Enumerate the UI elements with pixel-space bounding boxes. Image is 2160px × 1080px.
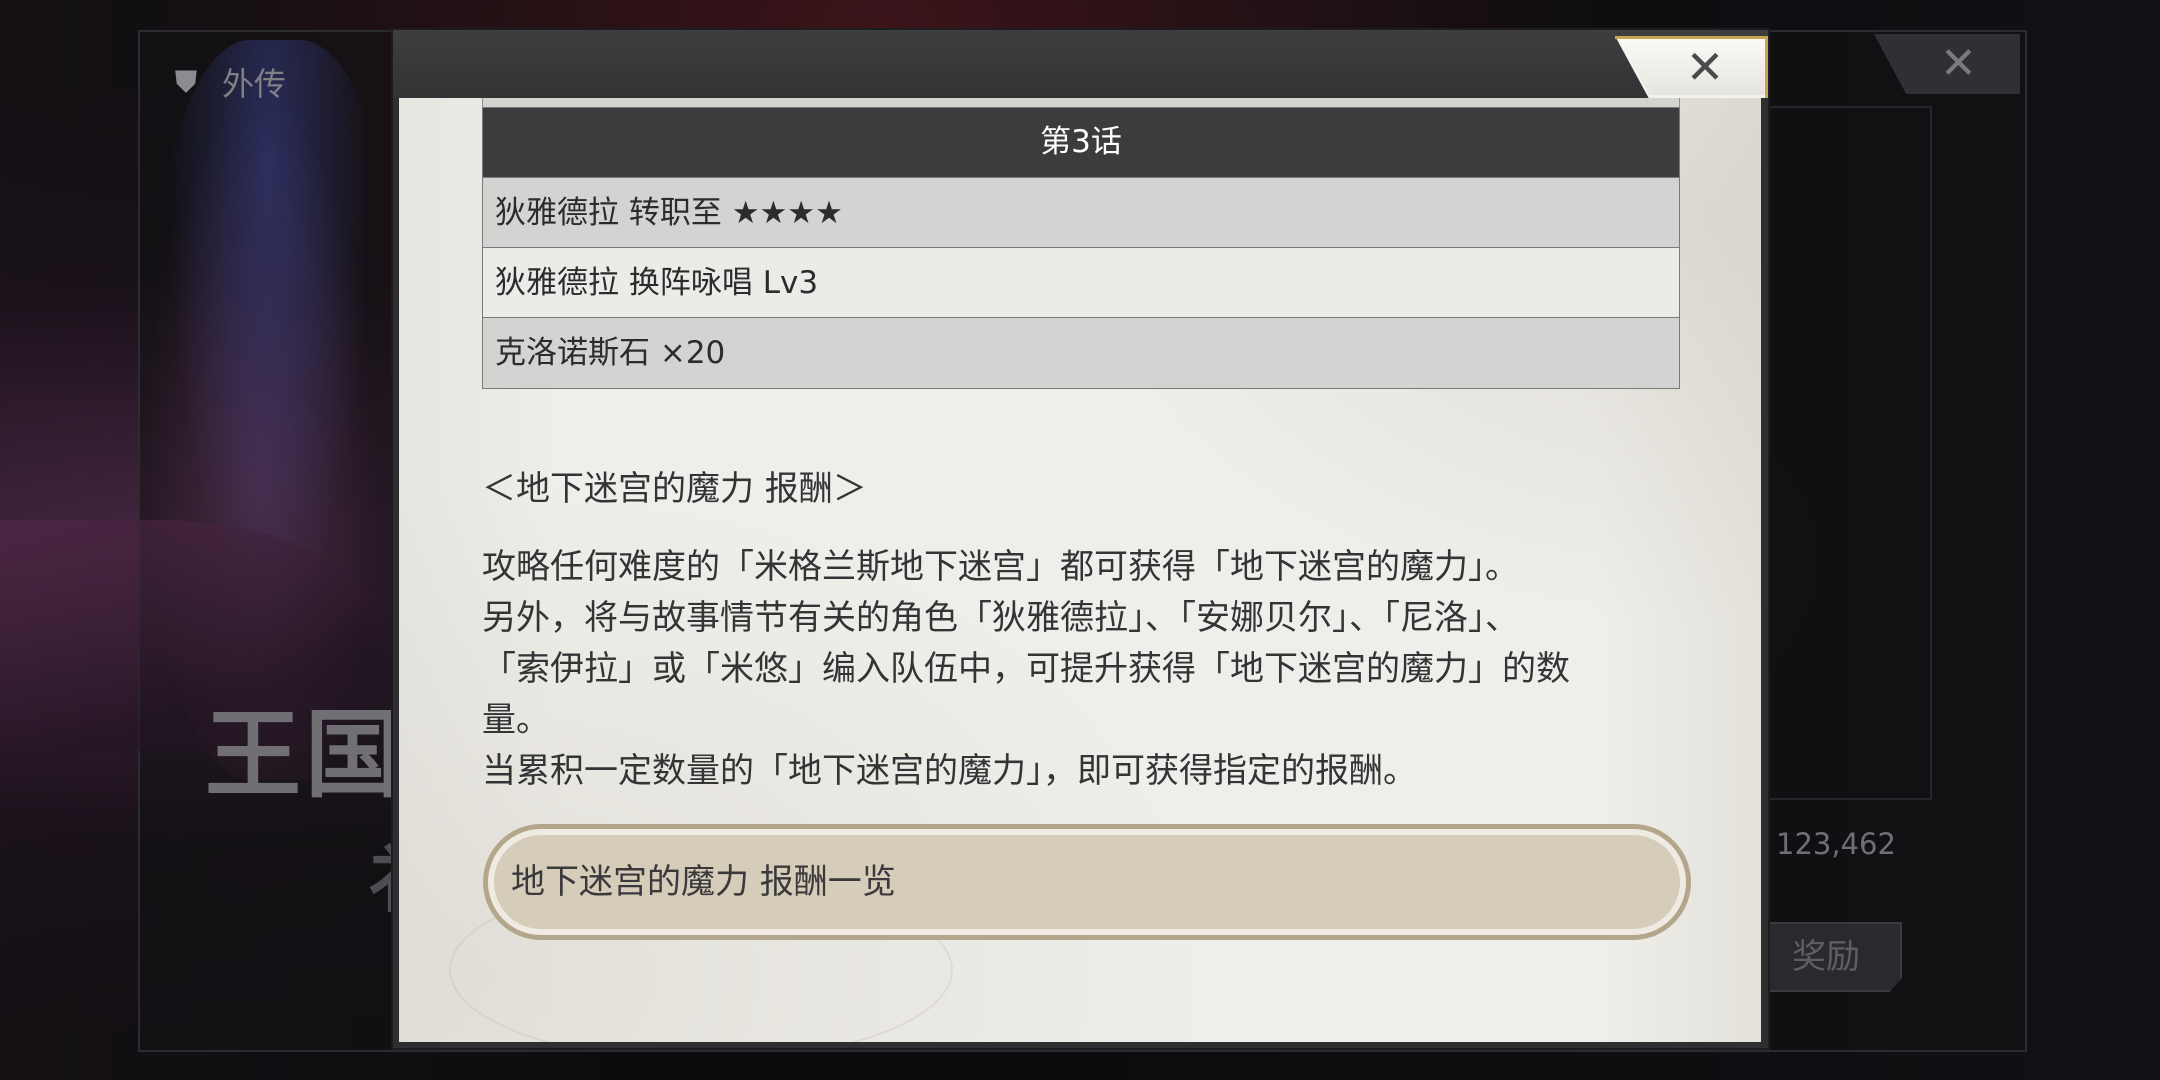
dialog-scroll-area[interactable]: 第3话 狄雅德拉 转职至 ★★★★ 狄雅德拉 换阵咏唱 Lv3 克洛诺斯石 ×2… (399, 98, 1761, 1042)
dialog-header (393, 30, 1768, 98)
close-icon[interactable]: ✕ (1675, 36, 1735, 96)
background-right-frame (1768, 106, 1932, 800)
reward-table: 第3话 狄雅德拉 转职至 ★★★★ 狄雅德拉 换阵咏唱 Lv3 克洛诺斯石 ×2… (482, 107, 1680, 389)
table-top-strip (482, 98, 1680, 107)
background-reward-button-label: 奖励 (1792, 937, 1860, 977)
help-dialog: 第3话 狄雅德拉 转职至 ★★★★ 狄雅德拉 换阵咏唱 Lv3 克洛诺斯石 ×2… (393, 30, 1768, 1048)
screen: ⛊ 外传 王国 衤 123,462 奖励 ✕ 第3话 狄雅德拉 转职至 ★★★★… (0, 0, 2160, 1080)
reward-list-button[interactable]: 地下迷宫的魔力 报酬一览 (483, 824, 1691, 940)
background-close-icon: ✕ (1940, 38, 1977, 89)
reward-list-button-label: 地下迷宫的魔力 报酬一览 (511, 862, 896, 902)
description-line: 量。 (482, 700, 550, 740)
description-line: 另外，将与故事情节有关的角色「狄雅德拉」、「安娜贝尔」、「尼洛」、 (482, 598, 1519, 638)
background-title-art: 王国 (205, 699, 405, 811)
description-line: 攻略任何难度的「米格兰斯地下迷宫」都可获得「地下迷宫的魔力」。 (482, 547, 1519, 587)
reward-table-header: 第3话 (483, 108, 1679, 178)
table-row: 狄雅德拉 换阵咏唱 Lv3 (483, 248, 1679, 318)
section-title: ＜地下迷宫的魔力 报酬＞ (482, 469, 867, 509)
description: 攻略任何难度的「米格兰斯地下迷宫」都可获得「地下迷宫的魔力」。 另外，将与故事情… (482, 542, 1682, 797)
background-tab-label: 外传 (222, 65, 287, 103)
table-row: 克洛诺斯石 ×20 (483, 318, 1679, 388)
description-line: 「索伊拉」或「米悠」编入队伍中，可提升获得「地下迷宫的魔力」的数 (482, 649, 1570, 689)
shield-icon: ⛊ (174, 65, 198, 100)
background-score: 123,462 (1776, 827, 1896, 861)
description-line: 当累积一定数量的「地下迷宫的魔力」，即可获得指定的报酬。 (482, 751, 1417, 791)
table-row: 狄雅德拉 转职至 ★★★★ (483, 178, 1679, 248)
